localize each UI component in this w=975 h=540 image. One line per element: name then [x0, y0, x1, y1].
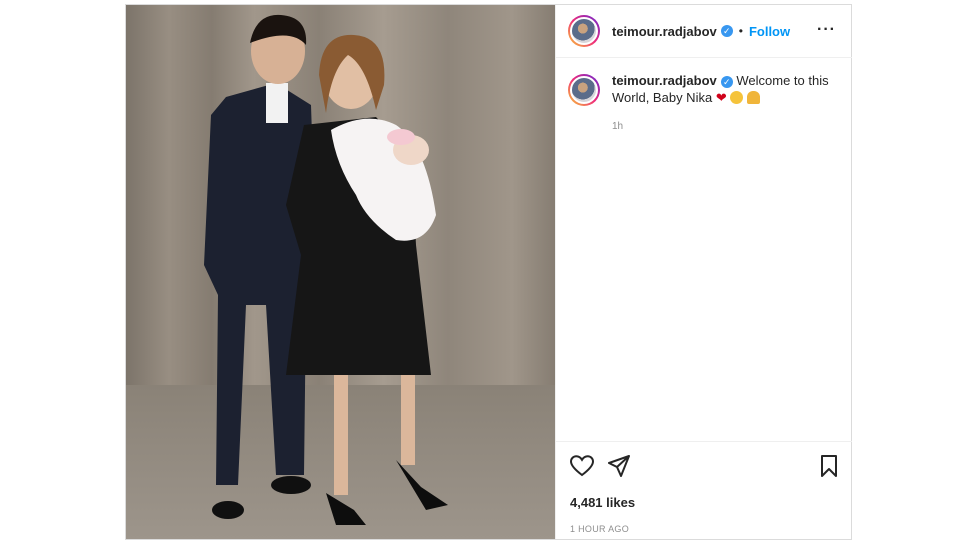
smiling-face-with-hearts-emoji-icon [730, 91, 744, 104]
verified-icon: ✓ [720, 75, 733, 88]
verified-icon: ✓ [720, 25, 733, 37]
caption-avatar[interactable] [568, 74, 600, 106]
caption-text-block: teimour.radjabov ✓ Welcome to this World,… [612, 72, 832, 135]
heart-icon[interactable] [570, 455, 594, 477]
post-timestamp[interactable]: 1 HOUR AGO [570, 524, 838, 534]
post-sidebar: teimour.radjabov ✓ • Follow ··· teimour.… [555, 5, 852, 539]
folded-hands-emoji-icon [746, 91, 760, 104]
more-options-icon[interactable]: ··· [817, 21, 836, 39]
post-header: teimour.radjabov ✓ • Follow ··· [556, 5, 852, 58]
bookmark-icon[interactable] [820, 455, 838, 477]
family-portrait-image [126, 5, 555, 539]
author-username[interactable]: teimour.radjabov [612, 24, 717, 39]
share-icon[interactable] [608, 455, 630, 477]
caption-comment: teimour.radjabov ✓ Welcome to this World,… [556, 58, 852, 135]
follow-button[interactable]: Follow [749, 24, 790, 39]
comment-timestamp[interactable]: 1h [612, 118, 832, 135]
caption-username[interactable]: teimour.radjabov [612, 73, 717, 88]
instagram-post: teimour.radjabov ✓ • Follow ··· teimour.… [125, 4, 852, 540]
separator-dot: • [738, 24, 743, 38]
post-photo[interactable] [126, 5, 555, 539]
red-heart-emoji-icon: ❤ [715, 90, 727, 105]
likes-count[interactable]: 4,481 likes [570, 495, 838, 510]
author-avatar[interactable] [568, 15, 600, 47]
post-actions: 4,481 likes 1 HOUR AGO [556, 441, 852, 539]
